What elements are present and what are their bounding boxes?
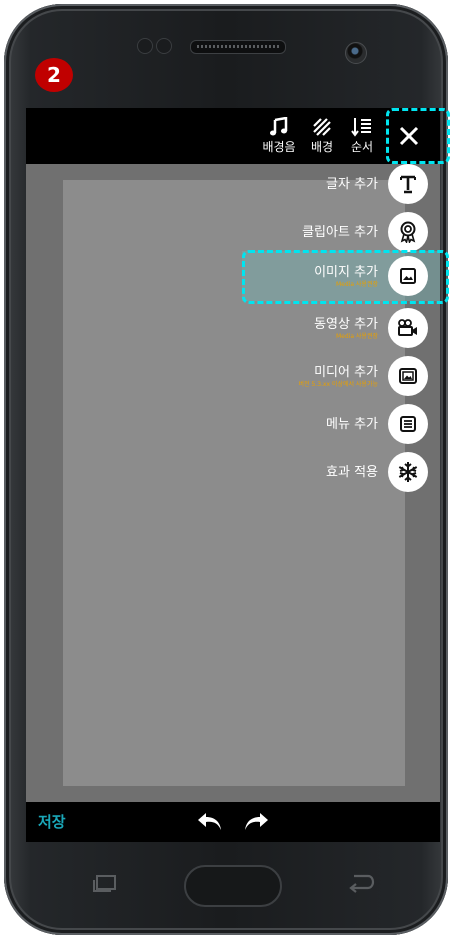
music-note-icon bbox=[269, 114, 289, 140]
home-button[interactable] bbox=[184, 865, 282, 907]
menu-item-add-text[interactable]: 글자 추가 bbox=[236, 164, 440, 204]
background-button[interactable]: 배경 bbox=[302, 114, 342, 158]
light-sensor bbox=[156, 38, 172, 54]
order-label: 순서 bbox=[350, 140, 374, 154]
clipart-badge-icon[interactable] bbox=[388, 212, 428, 252]
media-icon[interactable] bbox=[388, 356, 428, 396]
close-button-highlight bbox=[386, 108, 450, 164]
add-video-sublabel: Media 사용권장 bbox=[335, 332, 378, 340]
add-text-label: 글자 추가 bbox=[326, 176, 378, 192]
menu-item-add-media[interactable]: 미디어 추가 버전 5.3.xx 이상에서 사용가능 bbox=[236, 356, 440, 396]
earpiece-speaker bbox=[190, 40, 286, 54]
background-stripes-icon bbox=[312, 114, 332, 140]
snowflake-icon[interactable] bbox=[388, 452, 428, 492]
bottom-bar: 저장 bbox=[26, 802, 440, 842]
text-icon[interactable] bbox=[388, 164, 428, 204]
order-button[interactable]: 순서 bbox=[342, 114, 382, 158]
menu-list-icon[interactable] bbox=[388, 404, 428, 444]
apply-effect-label: 효과 적용 bbox=[326, 464, 378, 480]
recent-apps-icon[interactable] bbox=[92, 874, 118, 892]
redo-icon[interactable] bbox=[242, 810, 270, 834]
add-image-highlight bbox=[242, 250, 449, 304]
menu-item-add-clipart[interactable]: 클립아트 추가 bbox=[236, 212, 440, 252]
undo-icon[interactable] bbox=[196, 810, 224, 834]
add-menu-label: 메뉴 추가 bbox=[326, 416, 378, 432]
proximity-sensor bbox=[137, 38, 153, 54]
add-video-label: 동영상 추가 bbox=[314, 316, 378, 332]
front-camera-icon bbox=[345, 42, 367, 64]
background-label: 배경 bbox=[310, 140, 334, 154]
video-camera-icon[interactable] bbox=[388, 308, 428, 348]
add-media-sublabel: 버전 5.3.xx 이상에서 사용가능 bbox=[298, 380, 378, 388]
add-media-label: 미디어 추가 bbox=[314, 364, 378, 380]
top-toolbar: 배경음 배경 순서 bbox=[26, 108, 440, 164]
app-screen: 배경음 배경 순서 글자 추가 클립아트 추가 이미지 추가 Media 사용권… bbox=[26, 108, 440, 842]
sort-order-icon bbox=[351, 114, 373, 140]
save-button[interactable]: 저장 bbox=[38, 811, 66, 832]
step-number-badge: 2 bbox=[35, 58, 73, 92]
menu-item-add-menu[interactable]: 메뉴 추가 bbox=[236, 404, 440, 444]
menu-item-apply-effect[interactable]: 효과 적용 bbox=[236, 452, 440, 492]
background-music-label: 배경음 bbox=[262, 140, 296, 154]
background-music-button[interactable]: 배경음 bbox=[259, 114, 299, 158]
back-icon[interactable] bbox=[346, 872, 376, 894]
add-clipart-label: 클립아트 추가 bbox=[302, 224, 378, 240]
menu-item-add-video[interactable]: 동영상 추가 Media 사용권장 bbox=[236, 308, 440, 348]
